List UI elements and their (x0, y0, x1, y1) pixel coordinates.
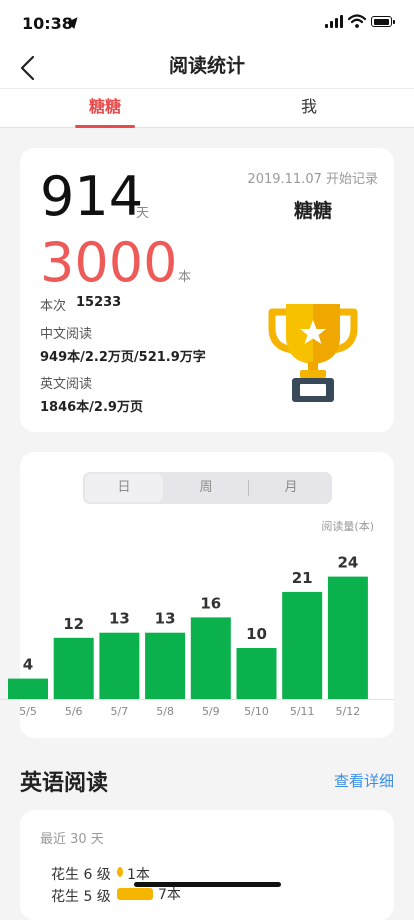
chart-data-label: 10 (246, 625, 267, 643)
books-read-count: 3000 (40, 231, 178, 294)
reader-name: 糖糖 (293, 200, 332, 222)
chart-bar (236, 648, 277, 699)
chart-bar (282, 591, 323, 699)
chinese-reading-label: 中文阅读 (40, 327, 93, 342)
chart-data-label: 4 (23, 656, 33, 674)
page-title: 阅读统计 (168, 55, 245, 77)
level-5-label: 花生 5 级 (51, 889, 111, 905)
tab-tangtang[interactable]: 糖糖 (35, 96, 175, 118)
home-indicator (134, 882, 281, 887)
english-reading-value: 1846本/2.9万页 (40, 400, 143, 415)
reading-days-count: 914 (40, 165, 144, 228)
chart-bar (145, 632, 186, 699)
books-read-unit: 本 (178, 270, 192, 285)
english-reading-label: 英文阅读 (40, 377, 93, 392)
chart-data-label: 24 (337, 554, 358, 572)
chart-x-tick-label: 5/5 (19, 705, 37, 718)
chart-x-tick-label: 5/8 (156, 705, 174, 718)
wifi-icon (348, 14, 366, 28)
segment-day[interactable]: 日 (83, 474, 165, 502)
session-label: 本次 (40, 299, 67, 314)
segment-divider (248, 480, 249, 496)
chart-data-label: 13 (109, 610, 130, 628)
chart-y-axis-label: 阅读量(本) (321, 520, 374, 533)
level-6-count: 1本 (127, 867, 150, 883)
level-5-count: 7本 (158, 887, 181, 903)
chart-data-label: 12 (63, 615, 84, 633)
english-reading-title: 英语阅读 (20, 771, 109, 796)
period-label: 最近 30 天 (40, 832, 104, 847)
segment-week[interactable]: 周 (165, 474, 247, 502)
chart-bar (99, 632, 140, 699)
cellular-signal-icon (325, 15, 343, 28)
level-6-bar (117, 867, 123, 877)
chart-x-tick-label: 5/7 (111, 705, 129, 718)
battery-icon (371, 16, 395, 27)
chart-x-tick-label: 5/6 (65, 705, 83, 718)
trophy-icon (268, 304, 358, 402)
chart-bar (327, 576, 368, 699)
session-value: 15233 (76, 295, 122, 310)
level-5-bar (117, 888, 153, 900)
level-6-label: 花生 6 级 (51, 867, 111, 883)
chart-x-tick-label: 5/10 (244, 705, 269, 718)
chart-bar (8, 678, 48, 699)
daily-reading-bar-chart: 4 5/5 12 5/6 13 5/7 13 5/8 16 5/9 10 5/10 21 5/11 24 5/… (0, 554, 394, 718)
chart-bar (190, 617, 231, 699)
chart-data-label: 13 (155, 610, 176, 628)
chart-data-label: 16 (200, 594, 221, 612)
chinese-reading-value: 949本/2.2万页/521.9万字 (40, 350, 206, 365)
chart-x-tick-label: 5/9 (202, 705, 220, 718)
view-details-link[interactable]: 查看详细 (312, 770, 394, 791)
active-tab-indicator (75, 125, 135, 128)
record-start-date: 2019.11.07 开始记录 (247, 172, 378, 187)
chart-data-label: 21 (292, 569, 313, 587)
reading-days-unit: 天 (136, 206, 150, 221)
status-time: 10:38 (22, 14, 73, 33)
segment-month[interactable]: 月 (250, 474, 332, 502)
chart-x-tick-label: 5/11 (290, 705, 315, 718)
chart-bar (53, 637, 94, 699)
tab-me[interactable]: 我 (239, 96, 379, 118)
chart-x-tick-label: 5/12 (336, 705, 361, 718)
